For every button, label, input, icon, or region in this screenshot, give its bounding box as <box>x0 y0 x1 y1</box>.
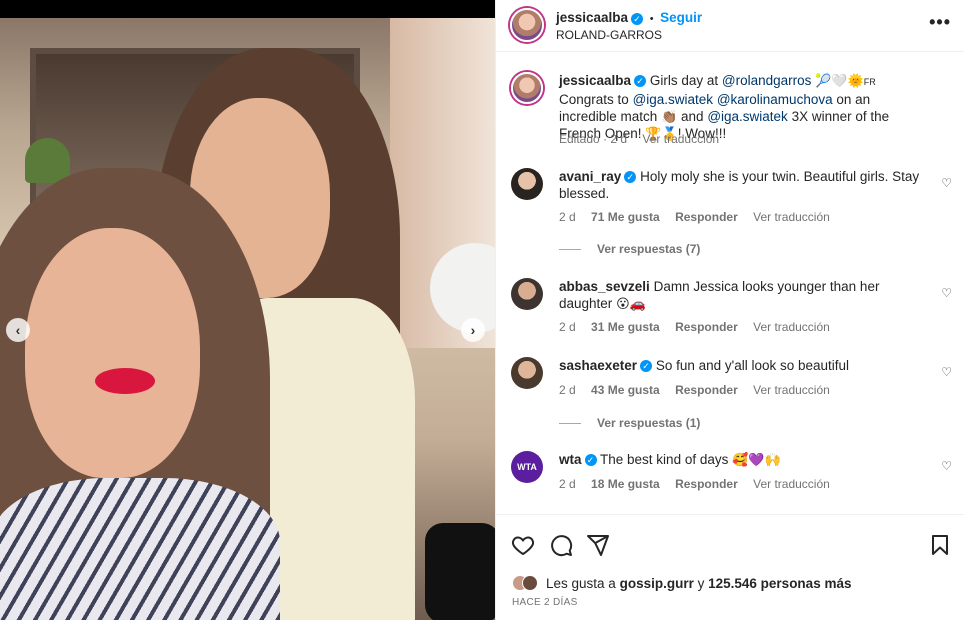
mention-link[interactable]: @iga.swiatek <box>707 109 788 124</box>
comment-text: avani_ray ✓ Holy moly she is your twin. B… <box>559 168 929 202</box>
reply-button[interactable]: Responder <box>675 320 738 334</box>
reply-button[interactable]: Responder <box>675 477 738 491</box>
emoji-group: 😮🚗 <box>616 296 646 311</box>
comment-likes[interactable]: 71 Me gusta <box>591 210 660 224</box>
comment-time: 2 d <box>559 477 576 491</box>
flag-icon: FR <box>863 77 876 87</box>
comment-text: sashaexeter ✓ So fun and y'all look so be… <box>559 357 929 374</box>
post-header: jessicaalba ✓ • Seguir ROLAND-GARROS ••• <box>496 0 964 52</box>
view-replies-label[interactable]: Ver respuestas (1) <box>597 416 700 430</box>
reply-button[interactable]: Responder <box>675 383 738 397</box>
comment-username[interactable]: avani_ray <box>559 169 621 184</box>
heart-icon[interactable] <box>511 533 535 557</box>
comment-text: abbas_sevzeli Damn Jessica looks younger… <box>559 278 929 312</box>
post-photo[interactable]: ‹ › <box>0 0 495 620</box>
verified-icon: ✓ <box>584 454 597 467</box>
heart-icon[interactable]: ♡ <box>941 365 952 379</box>
caption-text-1: Girls day at <box>649 73 719 88</box>
verified-icon: ✓ <box>631 12 644 25</box>
photo-scene <box>0 18 495 620</box>
heart-icon[interactable]: ♡ <box>941 176 952 190</box>
follow-button[interactable]: Seguir <box>660 10 702 25</box>
post-timestamp[interactable]: HACE 2 DÍAS <box>512 597 578 608</box>
comment-item: WTA wta ✓ The best kind of days 🥰💜🙌 2 d 1… <box>511 451 956 511</box>
caption: jessicaalba ✓ Girls day at @rolandgarros … <box>511 72 956 152</box>
chevron-left-icon[interactable]: ‹ <box>6 318 30 342</box>
reply-button[interactable]: Responder <box>675 210 738 224</box>
avatar <box>522 575 538 591</box>
replies-divider <box>559 248 581 250</box>
comment-item: abbas_sevzeli Damn Jessica looks younger… <box>511 278 956 348</box>
emoji-group: 🥰💜🙌 <box>732 452 781 467</box>
share-icon[interactable] <box>586 533 610 557</box>
likes-count-link[interactable]: 125.546 personas más <box>708 576 851 591</box>
comment-meta: 2 d 31 Me gusta Responder Ver traducción <box>559 320 842 334</box>
post-panel: jessicaalba ✓ • Seguir ROLAND-GARROS ••• … <box>495 0 964 620</box>
comment-meta: 2 d 18 Me gusta Responder Ver traducción <box>559 477 842 491</box>
caption-text-2: Congrats to <box>559 92 629 107</box>
photo-top-bar <box>0 0 495 18</box>
header-separator: • <box>649 13 654 25</box>
comment-meta: 2 d 71 Me gusta Responder Ver traducción <box>559 210 842 224</box>
comment-time: 2 d <box>559 320 576 334</box>
replies-divider <box>559 422 581 424</box>
avatar[interactable] <box>511 278 543 310</box>
mention-link[interactable]: @iga.swiatek <box>633 92 714 107</box>
verified-icon: ✓ <box>624 171 637 184</box>
view-replies-button[interactable]: Ver respuestas (1) <box>559 416 700 430</box>
likes-prefix: Les gusta a <box>546 575 616 591</box>
comment-time: 2 d <box>559 210 576 224</box>
emoji-group: 👏🏽 <box>661 109 678 124</box>
comment-meta: 2 d 43 Me gusta Responder Ver traducción <box>559 383 842 397</box>
verified-icon: ✓ <box>634 75 647 88</box>
mention-link[interactable]: @karolinamuchova <box>717 92 833 107</box>
comment-text: wta ✓ The best kind of days 🥰💜🙌 <box>559 451 929 468</box>
emoji-group: 🎾🤍🌞 <box>815 73 864 88</box>
view-replies-label[interactable]: Ver respuestas (7) <box>597 242 700 256</box>
bookmark-icon[interactable] <box>928 533 952 557</box>
header-username[interactable]: jessicaalba <box>556 10 628 25</box>
avatar[interactable] <box>511 72 543 104</box>
heart-icon[interactable]: ♡ <box>941 459 952 473</box>
comment-body: So fun and y'all look so beautiful <box>655 358 850 373</box>
avatar[interactable] <box>511 357 543 389</box>
translate-link[interactable]: Ver traducción <box>753 210 830 224</box>
translate-link[interactable]: Ver traducción <box>753 383 830 397</box>
verified-icon: ✓ <box>640 360 653 373</box>
comment-likes[interactable]: 31 Me gusta <box>591 320 660 334</box>
heart-icon[interactable]: ♡ <box>941 286 952 300</box>
post-actions: Les gusta a gossip.gurr y 125.546 person… <box>496 514 964 620</box>
comment-time: 2 d <box>559 383 576 397</box>
translate-link[interactable]: Ver traducción <box>642 132 719 146</box>
location-link[interactable]: ROLAND-GARROS <box>556 28 662 42</box>
comment-likes[interactable]: 43 Me gusta <box>591 383 660 397</box>
avatar[interactable] <box>510 8 544 42</box>
mention-link[interactable]: @rolandgarros <box>722 73 812 88</box>
comments-list[interactable]: jessicaalba ✓ Girls day at @rolandgarros … <box>496 52 964 514</box>
likes-summary: Les gusta a gossip.gurr y 125.546 person… <box>512 575 851 591</box>
more-options-icon[interactable]: ••• <box>929 12 951 33</box>
translate-link[interactable]: Ver traducción <box>753 477 830 491</box>
caption-text-4: and <box>681 109 704 124</box>
view-replies-button[interactable]: Ver respuestas (7) <box>559 242 700 256</box>
comment-username[interactable]: sashaexeter <box>559 358 637 373</box>
comment-icon[interactable] <box>549 533 573 557</box>
likes-connector: y <box>697 575 705 591</box>
translate-link[interactable]: Ver traducción <box>753 320 830 334</box>
comment-likes[interactable]: 18 Me gusta <box>591 477 660 491</box>
comment-body: The best kind of days <box>600 452 729 467</box>
likes-user-link[interactable]: gossip.gurr <box>620 576 694 591</box>
avatar[interactable] <box>511 168 543 200</box>
caption-timestamp: Editado · 2 d <box>559 132 628 146</box>
avatar[interactable]: WTA <box>511 451 543 483</box>
comment-username[interactable]: wta <box>559 452 582 467</box>
caption-username[interactable]: jessicaalba <box>559 73 631 88</box>
comment-username[interactable]: abbas_sevzeli <box>559 279 650 294</box>
caption-meta: Editado · 2 d Ver traducción <box>559 132 731 146</box>
chevron-right-icon[interactable]: › <box>461 318 485 342</box>
